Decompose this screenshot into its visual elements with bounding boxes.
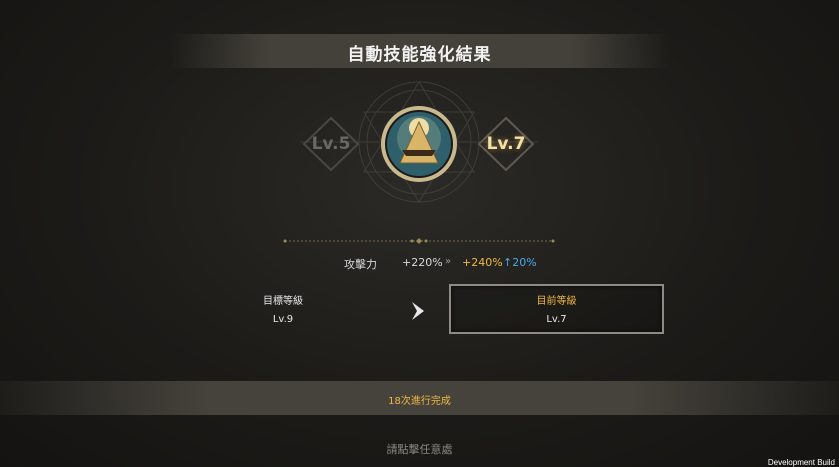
stat-label: 攻擊力 [344,258,377,271]
level-to-label: Lv.7 [486,134,526,154]
target-level-label: 目標等級 [263,296,303,307]
chevron-right-icon [412,302,424,320]
stat-old-value: +220% [402,256,443,269]
stat-new-value: +240% [462,256,503,269]
separator-line [283,238,555,244]
pyramid-eye-skill-icon [381,106,457,182]
current-level-value: Lv.7 [546,314,567,325]
completion-status: 18次進行完成 [388,396,451,407]
level-from-label: Lv.5 [311,134,351,154]
current-level-label: 目前等級 [536,296,577,307]
skill-emblem [283,81,555,244]
development-build-label: Development Build [767,458,835,467]
target-level-value: Lv.9 [272,314,294,325]
stat-arrow-icon: » [445,256,452,267]
stat-increase: ↑20% [503,256,537,269]
tap-anywhere-prompt[interactable]: 請點擊任意處 [0,441,839,457]
